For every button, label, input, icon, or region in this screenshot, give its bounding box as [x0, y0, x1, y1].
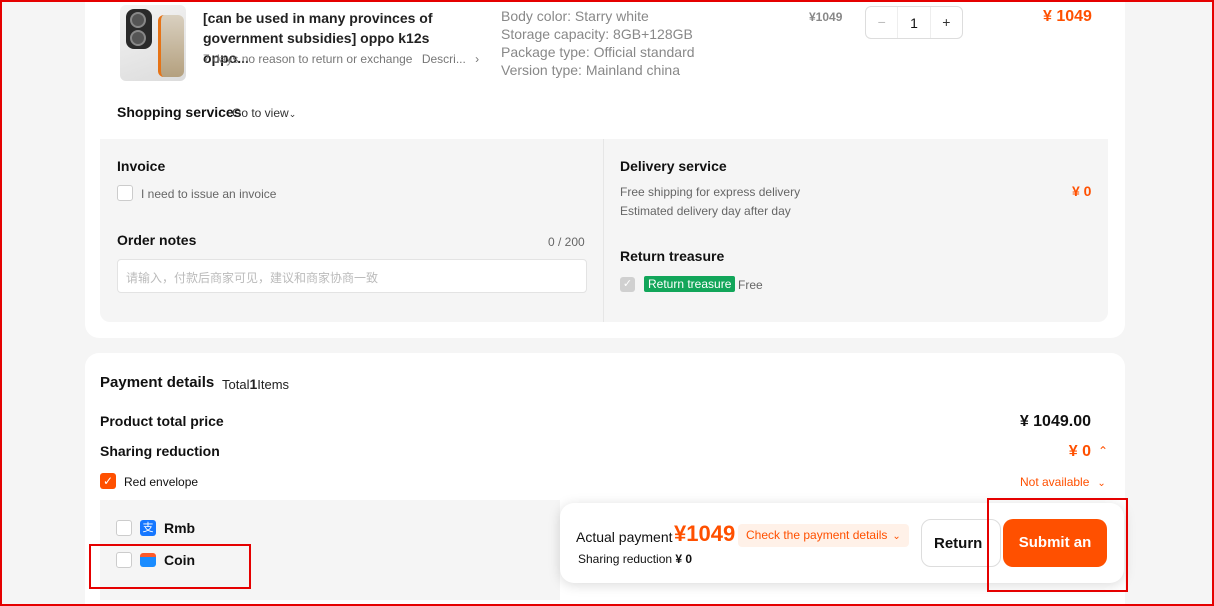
- phone-side: [158, 15, 184, 77]
- chevron-up-icon[interactable]: ⌃: [1098, 444, 1108, 458]
- check-details-text: Check the payment details: [746, 528, 888, 542]
- alipay-icon: 支: [140, 520, 156, 536]
- return-treasure-note: Free: [738, 278, 763, 292]
- payment-details-title: Payment details: [100, 374, 215, 391]
- red-envelope-checkbox[interactable]: ✓: [100, 473, 116, 489]
- shopping-services-label: Shopping services: [117, 104, 242, 120]
- actual-payment-label: Actual payment: [576, 529, 673, 545]
- order-notes-input[interactable]: 请输入，付款后商家可见，建议和商家协商一致: [117, 259, 587, 293]
- invoice-checkbox-label[interactable]: I need to issue an invoice: [141, 187, 276, 201]
- sharing-reduction-value: ¥ 0: [1068, 443, 1091, 460]
- red-envelope-label[interactable]: Red envelope: [124, 475, 198, 489]
- not-available-link[interactable]: Not available ⌄: [1020, 475, 1106, 489]
- product-total-value: ¥ 1049.00: [1019, 413, 1091, 430]
- policy-text: 7 days no reason to return or exchange: [203, 52, 413, 66]
- quantity-value[interactable]: 1: [898, 15, 929, 31]
- bar-sharing-label: Sharing reduction: [578, 552, 673, 566]
- delivery-price: ¥ 0: [1072, 183, 1092, 199]
- unit-price: ¥1049: [809, 10, 843, 24]
- sharing-reduction-label: Sharing reduction: [100, 443, 220, 459]
- total-prefix: Total: [222, 377, 250, 392]
- plus-button[interactable]: +: [929, 7, 962, 38]
- chevron-down-icon: ⌄: [288, 109, 297, 119]
- actual-payment-amount: ¥1049: [674, 521, 736, 546]
- return-treasure-badge: Return treasure: [644, 276, 736, 292]
- invoice-checkbox[interactable]: [117, 185, 133, 201]
- chevron-down-icon: ⌄: [1097, 478, 1106, 489]
- line-total: ¥ 1049: [1043, 8, 1092, 25]
- return-treasure-title: Return treasure: [620, 248, 725, 264]
- not-available-text: Not available: [1020, 475, 1090, 489]
- product-total-label: Product total price: [100, 413, 224, 429]
- spec-version: Version type: Mainland china: [501, 62, 680, 78]
- go-to-view-text: Go to view: [232, 106, 289, 120]
- spec-package: Package type: Official standard: [501, 44, 695, 60]
- chevron-down-icon: ⌄: [892, 531, 901, 542]
- rmb-label[interactable]: Rmb: [164, 520, 195, 536]
- panel-divider: [603, 139, 604, 322]
- total-suffix: Items: [257, 377, 290, 392]
- delivery-title: Delivery service: [620, 158, 727, 174]
- total-items: Total1Items: [222, 376, 289, 392]
- highlight-box-coin: [89, 544, 251, 589]
- check-payment-details-button[interactable]: Check the payment details ⌄: [738, 524, 909, 547]
- quantity-stepper: − 1 +: [865, 6, 963, 39]
- return-treasure-checkbox[interactable]: ✓: [620, 277, 635, 292]
- notes-counter: 0 / 200: [548, 235, 585, 249]
- spec-storage: Storage capacity: 8GB+128GB: [501, 26, 693, 42]
- go-to-view-link[interactable]: Go to view⌄: [232, 106, 296, 120]
- camera-lens: [130, 12, 146, 28]
- invoice-title: Invoice: [117, 158, 166, 174]
- camera-lens: [130, 30, 146, 46]
- options-panel: [100, 139, 1108, 322]
- bar-sharing-value: ¥ 0: [675, 552, 693, 566]
- spec-color: Body color: Starry white: [501, 8, 649, 24]
- rmb-checkbox[interactable]: [116, 520, 132, 536]
- minus-button[interactable]: −: [866, 7, 899, 38]
- return-policy[interactable]: 7 days no reason to return or exchange D…: [203, 52, 479, 66]
- delivery-line2: Estimated delivery day after day: [620, 204, 791, 218]
- order-notes-title: Order notes: [117, 232, 197, 248]
- chevron-right-icon: ›: [475, 52, 480, 66]
- product-image[interactable]: [120, 5, 186, 81]
- highlight-box-submit: [987, 498, 1128, 592]
- description-link[interactable]: Descri...: [422, 52, 466, 66]
- bar-sharing-reduction: Sharing reduction ¥ 0: [578, 552, 692, 566]
- delivery-line1: Free shipping for express delivery: [620, 185, 801, 199]
